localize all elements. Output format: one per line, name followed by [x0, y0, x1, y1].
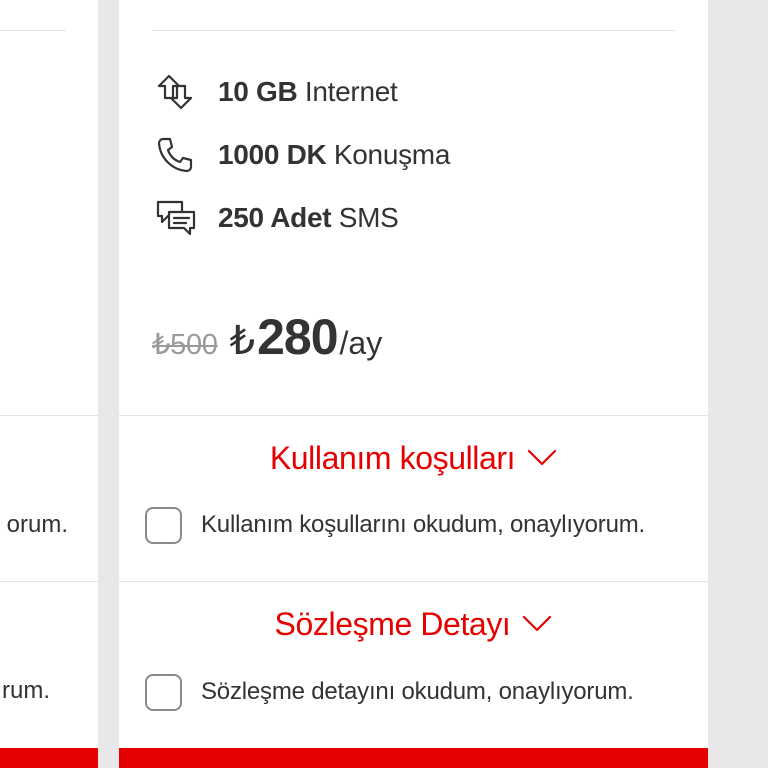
select-package-button[interactable] [119, 748, 708, 768]
feature-sms-text: 250 Adet SMS [218, 202, 399, 233]
contract-checkbox-label: Sözleşme detayını okudum, onaylıyorum. [201, 678, 634, 705]
card-divider-contract [119, 581, 708, 582]
data-arrows-icon [155, 72, 197, 112]
old-price: ₺500 [152, 329, 218, 361]
feature-calls-text: 1000 DK Konuşma [218, 139, 451, 170]
terms-checkbox[interactable] [145, 506, 182, 544]
card-divider-top [152, 30, 676, 31]
card-divider-terms [119, 415, 708, 416]
terms-checkbox-row: Kullanım koşullarını okudum, onaylıyorum… [145, 505, 645, 545]
left-terms-checkbox-label: orum. [6, 511, 68, 538]
left-card-divider-top [0, 30, 66, 31]
phone-icon [155, 135, 197, 175]
contract-toggle[interactable]: Sözleşme Detayı [119, 602, 708, 646]
left-contract-checkbox-label: rum. [2, 677, 50, 704]
package-card [119, 0, 708, 768]
chevron-down-icon [527, 448, 557, 468]
contract-checkbox[interactable] [145, 673, 182, 711]
contract-title: Sözleşme Detayı [274, 605, 511, 642]
price-block: ₺500 ₺ 280 /ay [152, 308, 382, 372]
currency-symbol: ₺ [229, 319, 256, 363]
left-select-button[interactable] [0, 748, 98, 768]
terms-toggle[interactable]: Kullanım koşulları [119, 436, 708, 480]
sms-chat-icon [155, 198, 197, 238]
feature-internet: 10 GB Internet [155, 72, 398, 112]
terms-title: Kullanım koşulları [269, 439, 516, 476]
left-card-divider-contract [0, 581, 98, 582]
price-period: /ay [339, 325, 383, 361]
feature-calls: 1000 DK Konuşma [155, 135, 450, 175]
feature-internet-text: 10 GB Internet [218, 76, 398, 107]
contract-checkbox-row: Sözleşme detayını okudum, onaylıyorum. [145, 672, 634, 712]
left-card-divider-terms [0, 415, 98, 416]
left-package-card: orum. rum. [0, 0, 98, 768]
terms-checkbox-label: Kullanım koşullarını okudum, onaylıyorum… [201, 511, 646, 538]
chevron-down-icon [522, 614, 552, 634]
feature-sms: 250 Adet SMS [155, 198, 399, 238]
price-amount: 280 [257, 309, 338, 365]
